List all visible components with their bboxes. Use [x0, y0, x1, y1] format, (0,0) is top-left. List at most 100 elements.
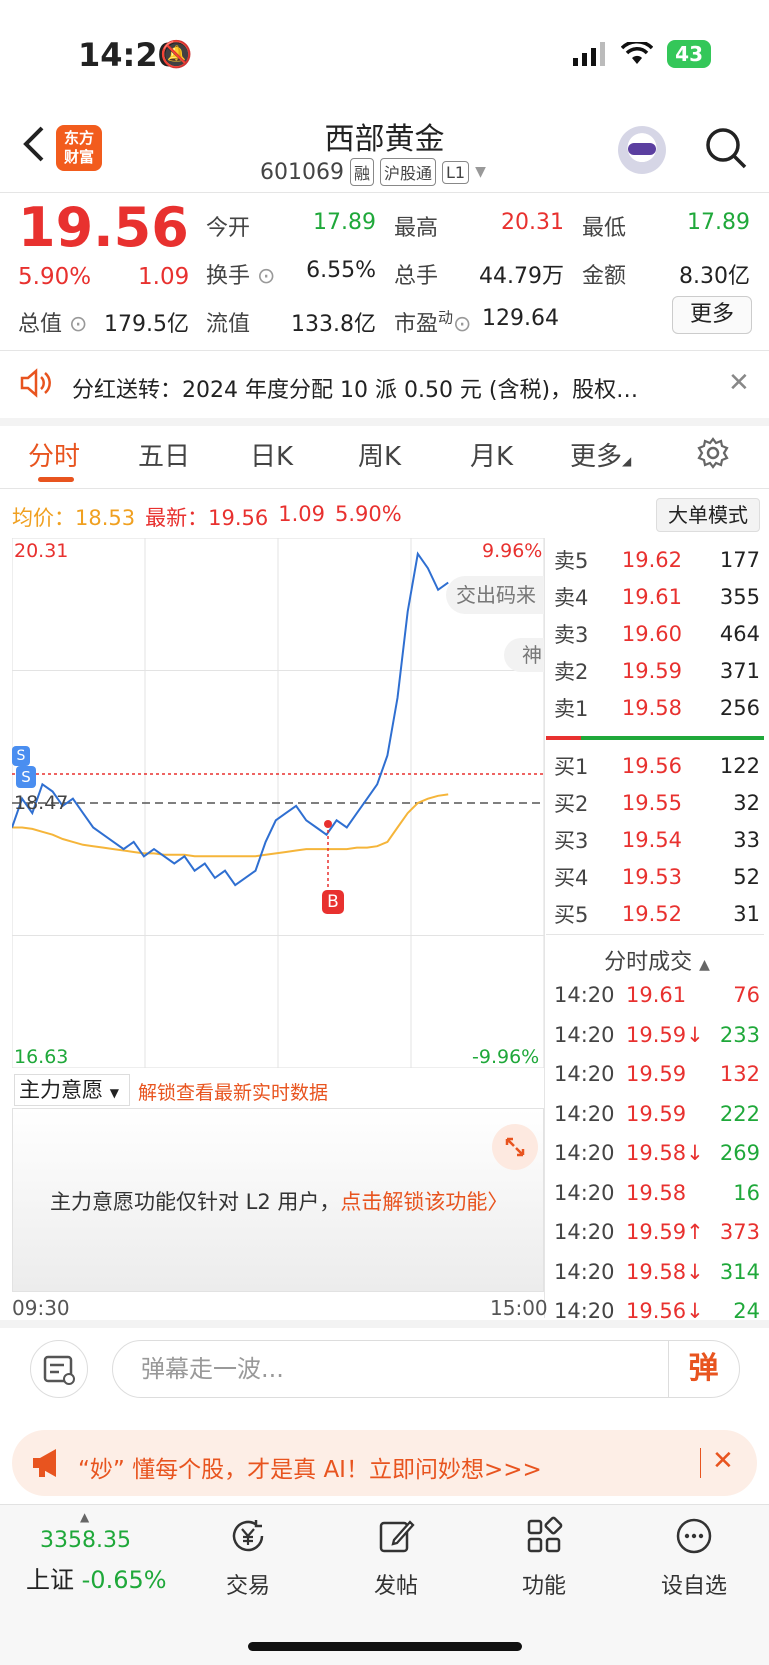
nav-functions[interactable]: 功能: [484, 1516, 604, 1600]
low-label: 最低: [582, 216, 627, 241]
total-value: 179.5亿: [104, 312, 189, 337]
expand-icon[interactable]: [492, 1124, 538, 1170]
trade-row: 14:20 19.61 76: [554, 976, 760, 1014]
trade-vol: 269: [719, 1141, 760, 1165]
low-value: 17.89: [687, 210, 750, 235]
trade-vol: 233: [719, 1022, 760, 1047]
y-top-label: 20.31: [14, 540, 69, 562]
tab-five-day[interactable]: 五日: [138, 436, 190, 473]
close-icon[interactable]: ✕: [712, 1446, 734, 1476]
trade-time: 14:20: [554, 1062, 615, 1086]
trade-row: 14:20 19.58↓ 314: [554, 1253, 760, 1291]
trade-time: 14:20: [554, 1259, 615, 1284]
amount-label: 金额: [582, 264, 627, 289]
search-icon[interactable]: [704, 126, 748, 170]
pe-value: 129.64: [482, 306, 559, 331]
home-indicator: [248, 1642, 522, 1651]
bid-row: 买4 19.53 52: [554, 865, 760, 890]
megaphone-icon: [33, 1449, 56, 1477]
nav-watchlist[interactable]: 设自选: [634, 1516, 754, 1600]
indicator-select[interactable]: 主力意愿 ▼: [14, 1074, 130, 1106]
volume-label: 总手: [394, 264, 439, 289]
open-label: 今开: [206, 216, 251, 241]
comment-list-icon[interactable]: [30, 1340, 88, 1398]
divider: [0, 350, 769, 351]
trade-vol: 373: [719, 1220, 760, 1244]
change-amount: 1.09: [138, 264, 190, 290]
trade-price: 19.58↓: [626, 1259, 704, 1284]
order-book-divider: [546, 736, 764, 740]
ask-row: 卖1 19.58 256: [554, 696, 760, 721]
avg-price: 均价：18.53: [12, 506, 136, 530]
trade-time: 14:20: [554, 1180, 615, 1205]
danmu-input[interactable]: 弹幕走一波...: [112, 1340, 740, 1398]
big-order-mode-button[interactable]: 大单模式: [656, 498, 760, 532]
sell-marker[interactable]: S: [12, 746, 30, 766]
trade-row: 14:20 19.59 132: [554, 1055, 760, 1093]
tab-monthly-k[interactable]: 月K: [470, 436, 513, 473]
buy-marker[interactable]: B: [322, 890, 344, 914]
tab-daily-k[interactable]: 日K: [250, 436, 293, 473]
tag-margin: 融: [349, 158, 374, 186]
divider: [0, 488, 769, 489]
bid-row: 买1 19.56 122: [554, 754, 760, 779]
vertical-divider: [544, 538, 545, 1318]
trade-vol: 76: [733, 983, 760, 1007]
more-dots-icon: [676, 1518, 712, 1554]
trade-vol: 132: [719, 1062, 760, 1086]
latest-percent: 5.90%: [335, 502, 402, 526]
latest-price: 最新：19.56: [145, 506, 269, 530]
trade-price: 19.59: [626, 1101, 687, 1126]
intraday-chart[interactable]: [11, 537, 545, 1069]
comment-bubble-2: 神: [504, 638, 544, 672]
trade-time: 14:20: [554, 1022, 615, 1047]
trade-price: 19.58↓: [626, 1141, 704, 1165]
trades-title[interactable]: 分时成交 ▲: [554, 944, 760, 976]
tag-connect: 沪股通: [380, 158, 437, 186]
gear-icon[interactable]: [696, 436, 730, 470]
chart-summary-row: 均价：18.53 最新：19.56 1.09 5.90%: [12, 502, 402, 532]
assistant-robot-icon[interactable]: [618, 126, 666, 174]
nav-post[interactable]: 发帖: [336, 1516, 456, 1600]
trade-price: 19.58: [626, 1180, 687, 1205]
ask-row: 卖5 19.62 177: [554, 548, 760, 573]
nav-trade[interactable]: 交易: [188, 1516, 308, 1600]
amount-value: 8.30亿: [679, 264, 750, 289]
index-name[interactable]: 上证 -0.65%: [26, 1560, 167, 1595]
trade-time: 14:20: [554, 1141, 615, 1165]
divider: [546, 934, 764, 935]
change-percent: 5.90%: [18, 264, 92, 290]
index-value[interactable]: 3358.35: [40, 1528, 131, 1553]
ask-row: 卖3 19.60 464: [554, 622, 760, 647]
danmu-button[interactable]: 弹: [668, 1341, 738, 1397]
indicator-unlock-link[interactable]: 解锁查看最新实时数据: [138, 1078, 328, 1105]
trade-vol: 314: [719, 1259, 760, 1284]
divider: [0, 418, 769, 426]
unlock-feature-link[interactable]: 点击解锁该功能〉: [340, 1190, 508, 1214]
trade-row: 14:20 19.59↑ 373: [554, 1213, 760, 1251]
more-button[interactable]: 更多: [672, 296, 752, 334]
signal-icon: [573, 42, 606, 66]
ad-text[interactable]: “妙” 懂每个股，才是真 AI！立即问妙想>>>: [78, 1450, 542, 1484]
apps-icon: [527, 1516, 563, 1553]
stock-code: 601069: [260, 159, 344, 185]
battery-indicator: 43: [667, 40, 711, 68]
pct-bottom-label: -9.96%: [472, 1046, 540, 1068]
tab-weekly-k[interactable]: 周K: [358, 436, 401, 473]
bid-row: 买5 19.52 31: [554, 902, 760, 927]
stock-code-row[interactable]: 601069 融 沪股通 L1 ▼: [260, 158, 486, 186]
divider: [0, 1320, 769, 1328]
float-value: 133.8亿: [291, 312, 376, 337]
volume-value: 44.79万: [479, 264, 564, 289]
dividend-notice[interactable]: 分红送转：2024 年度分配 10 派 0.50 元 (含税)，股权…: [72, 372, 692, 404]
tab-intraday[interactable]: 分时: [28, 436, 80, 473]
trade-time: 14:20: [554, 1220, 615, 1244]
divider: [0, 192, 769, 193]
tab-more[interactable]: 更多◢: [570, 436, 631, 473]
comment-bubble: 交出码来: [446, 576, 544, 614]
mute-icon: 🔕: [160, 40, 193, 70]
close-icon[interactable]: ✕: [728, 368, 750, 398]
sell-marker-2[interactable]: S: [16, 766, 36, 788]
buy-marker-dot: [324, 820, 332, 828]
trade-vol: 16: [733, 1180, 760, 1205]
